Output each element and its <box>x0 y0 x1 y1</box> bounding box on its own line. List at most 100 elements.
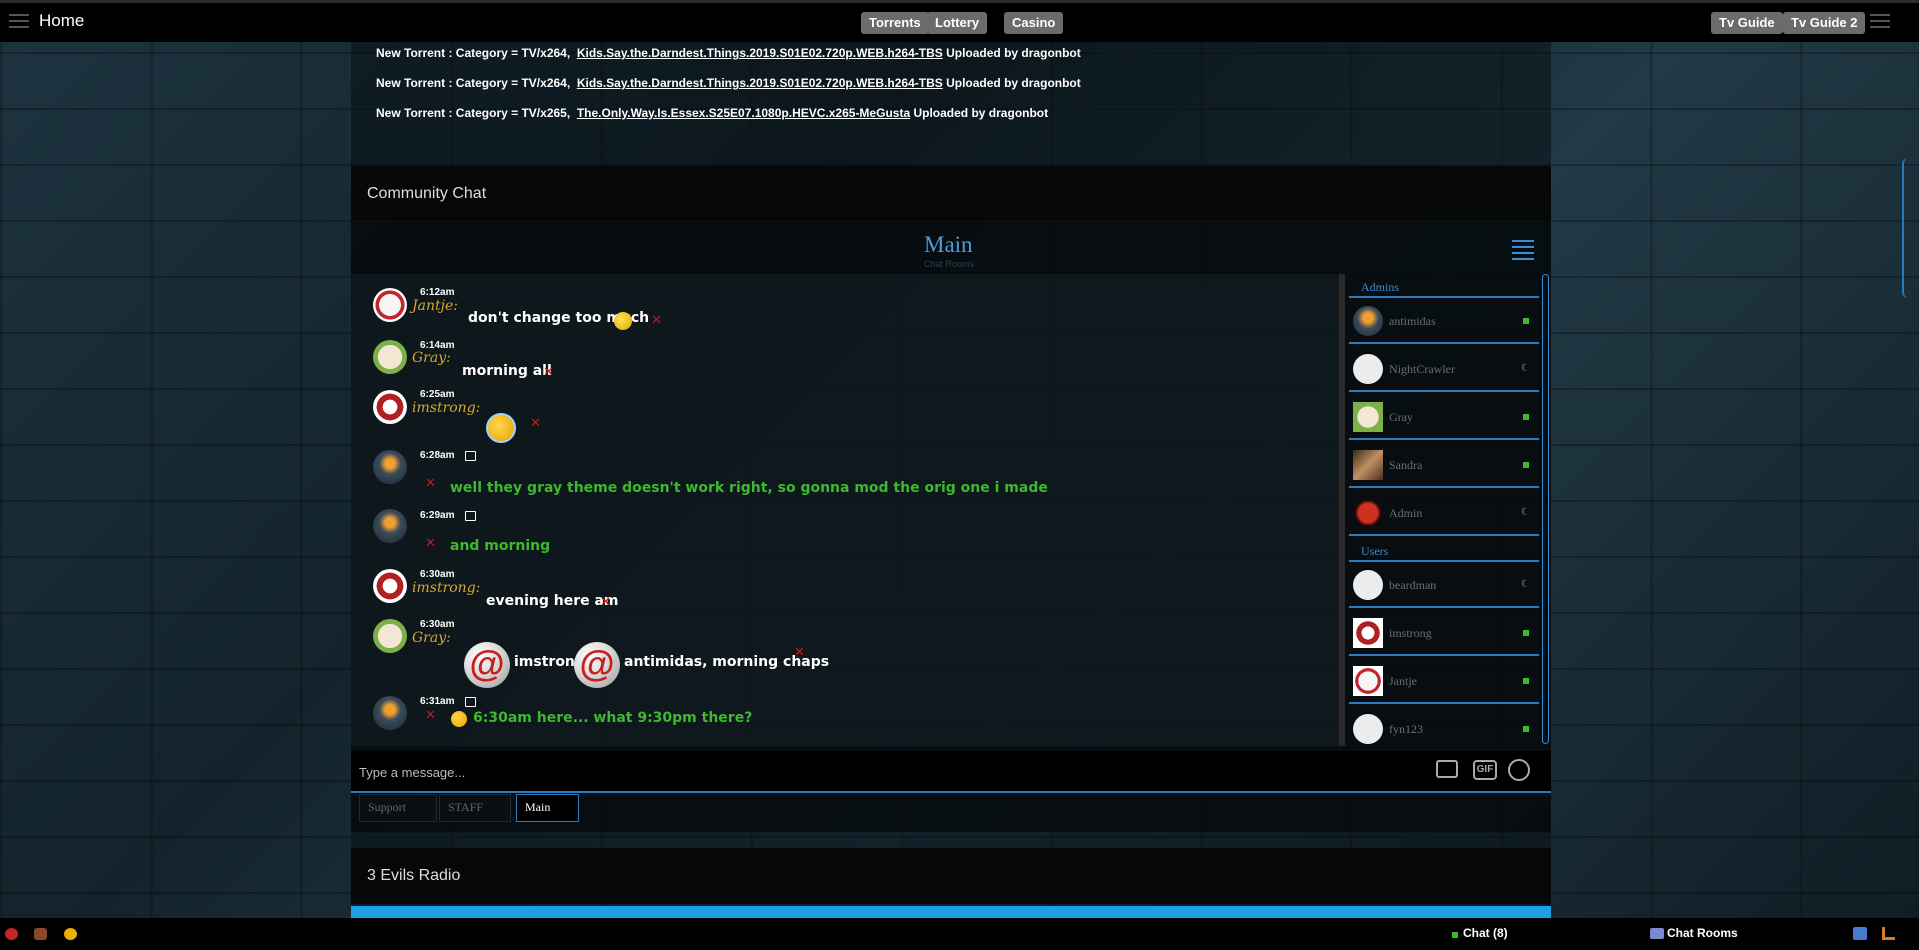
hug-emoji-icon <box>614 312 632 330</box>
away-status-icon: ☾ <box>1521 579 1530 590</box>
torrent-link[interactable]: The.Only.Way.Is.Essex.S25E07.1080p.HEVC.… <box>577 106 910 120</box>
avatar <box>373 509 407 543</box>
message-text: evening here am <box>486 593 619 609</box>
tab-main[interactable]: Main <box>516 794 579 822</box>
tab-support[interactable]: Support <box>359 794 437 822</box>
sidebar-user-name: antimidas <box>1389 314 1436 328</box>
message-time: 6:12am <box>420 287 455 298</box>
sidebar-user-name: Jantje <box>1389 674 1417 688</box>
online-status-icon <box>1523 462 1529 468</box>
delete-icon[interactable]: ✕ <box>651 312 662 328</box>
message-input-bar <box>351 751 1551 793</box>
lottery-button[interactable]: Lottery <box>927 12 988 34</box>
sidebar-user-fyn123[interactable]: fyn123 <box>1349 706 1539 744</box>
delete-icon[interactable]: ✕ <box>530 415 541 431</box>
casino-button[interactable]: Casino <box>1004 12 1064 34</box>
sidebar-user-sandra[interactable]: Sandra <box>1349 442 1539 488</box>
pacman-icon[interactable] <box>64 928 77 940</box>
chat-rooms-button[interactable]: Chat Rooms <box>1667 926 1738 940</box>
sidebar-user-beardman[interactable]: beardman ☾ <box>1349 562 1539 608</box>
page-scrollbar[interactable] <box>1902 158 1914 298</box>
chat-rooms-icon <box>1650 928 1664 939</box>
message-text: well they gray theme doesn't work right,… <box>450 480 1048 496</box>
online-status-icon <box>1523 414 1529 420</box>
home-link[interactable]: Home <box>39 11 84 31</box>
delete-icon[interactable]: ✕ <box>543 364 554 380</box>
message-time: 6:30am <box>420 569 455 580</box>
admins-heading: Admins <box>1361 280 1400 294</box>
torrent-announcement: New Torrent : Category = TV/x264, Kids.S… <box>376 76 1081 90</box>
message-user[interactable]: Jantje: <box>412 298 458 314</box>
gif-icon[interactable]: GIF <box>1473 760 1497 780</box>
radio-player-bar[interactable] <box>351 906 1551 918</box>
online-status-icon <box>1523 318 1529 324</box>
chat-card-title: Community Chat <box>367 185 487 202</box>
delete-icon[interactable]: ✕ <box>425 535 436 551</box>
torrents-button[interactable]: Torrents <box>861 12 929 34</box>
emoji-picker-icon[interactable] <box>1508 759 1530 781</box>
room-title: Main <box>924 232 973 257</box>
radio-title: 3 Evils Radio <box>367 867 461 884</box>
camera-icon[interactable] <box>1436 760 1458 778</box>
delete-icon[interactable]: ✕ <box>425 707 436 723</box>
right-menu-icon[interactable] <box>1870 14 1890 28</box>
delete-icon[interactable]: ✕ <box>600 594 611 610</box>
sidebar-scrollbar[interactable] <box>1542 274 1549 744</box>
avatar <box>1353 714 1383 744</box>
torrent-prefix: New Torrent : Category = TV/x264, <box>376 46 571 60</box>
online-status-icon <box>1523 630 1529 636</box>
sunglasses-emoji-icon <box>451 711 467 727</box>
torrent-prefix: New Torrent : Category = TV/x265, <box>376 106 571 120</box>
bottom-app-icon[interactable] <box>34 928 47 940</box>
angel-emoji-icon <box>486 413 516 443</box>
radio-card-header <box>351 848 1551 904</box>
avatar <box>373 390 407 424</box>
tv-guide-button[interactable]: Tv Guide <box>1711 12 1783 34</box>
delete-icon[interactable]: ✕ <box>425 475 436 491</box>
edit-icon[interactable] <box>465 451 476 461</box>
menu-icon[interactable] <box>9 14 29 28</box>
tv-guide-2-button[interactable]: Tv Guide 2 <box>1783 12 1866 34</box>
edit-icon[interactable] <box>465 697 476 707</box>
sidebar-user-nightcrawler[interactable]: NightCrawler ☾ <box>1349 346 1539 392</box>
chat-count-button[interactable]: Chat (8) <box>1463 926 1508 940</box>
sidebar-user-name: imstrong <box>1389 626 1432 640</box>
sidebar-user-admin[interactable]: Admin ☾ <box>1349 490 1539 536</box>
corner-icon[interactable] <box>1882 927 1895 940</box>
sidebar-user-gray[interactable]: Gray <box>1349 394 1539 440</box>
avatar <box>1353 498 1383 528</box>
torrent-link[interactable]: Kids.Say.the.Darndest.Things.2019.S01E02… <box>577 76 943 90</box>
sidebar-user-imstrong[interactable]: imstrong <box>1349 610 1539 656</box>
message-scrollbar[interactable] <box>1339 274 1345 746</box>
sidebar-user-jantje[interactable]: Jantje <box>1349 658 1539 704</box>
message-user[interactable]: Gray: <box>412 350 451 366</box>
avatar <box>1353 570 1383 600</box>
torrent-prefix: New Torrent : Category = TV/x264, <box>376 76 571 90</box>
message-input[interactable] <box>359 760 1419 784</box>
sidebar-user-antimidas[interactable]: antimidas <box>1349 298 1539 344</box>
torrent-link[interactable]: Kids.Say.the.Darndest.Things.2019.S01E02… <box>577 46 943 60</box>
avatar <box>373 288 407 322</box>
delete-icon[interactable]: ✕ <box>794 644 805 660</box>
message-user[interactable]: Gray: <box>412 630 451 646</box>
message-user[interactable]: imstrong: <box>412 400 480 416</box>
message-user[interactable]: imstrong: <box>412 580 480 596</box>
avatar <box>373 619 407 653</box>
tab-staff[interactable]: STAFF <box>439 794 511 822</box>
away-status-icon: ☾ <box>1521 507 1530 518</box>
avatar <box>373 696 407 730</box>
bottom-app-icon[interactable] <box>5 928 18 940</box>
online-status-icon <box>1523 678 1529 684</box>
torrent-uploader: Uploaded by dragonbot <box>946 46 1081 60</box>
message-time: 6:25am <box>420 389 455 400</box>
mention-icon: @ <box>574 642 620 688</box>
rss-icon[interactable] <box>1853 927 1867 940</box>
torrent-announcement: New Torrent : Category = TV/x265, The.On… <box>376 106 1048 120</box>
online-status-icon <box>1523 726 1529 732</box>
edit-icon[interactable] <box>465 511 476 521</box>
room-subtitle: Chat Rooms <box>924 259 975 269</box>
chat-card-header <box>351 166 1551 222</box>
message-text: and morning <box>450 538 551 554</box>
room-list-icon[interactable] <box>1512 239 1534 260</box>
avatar <box>1353 354 1383 384</box>
